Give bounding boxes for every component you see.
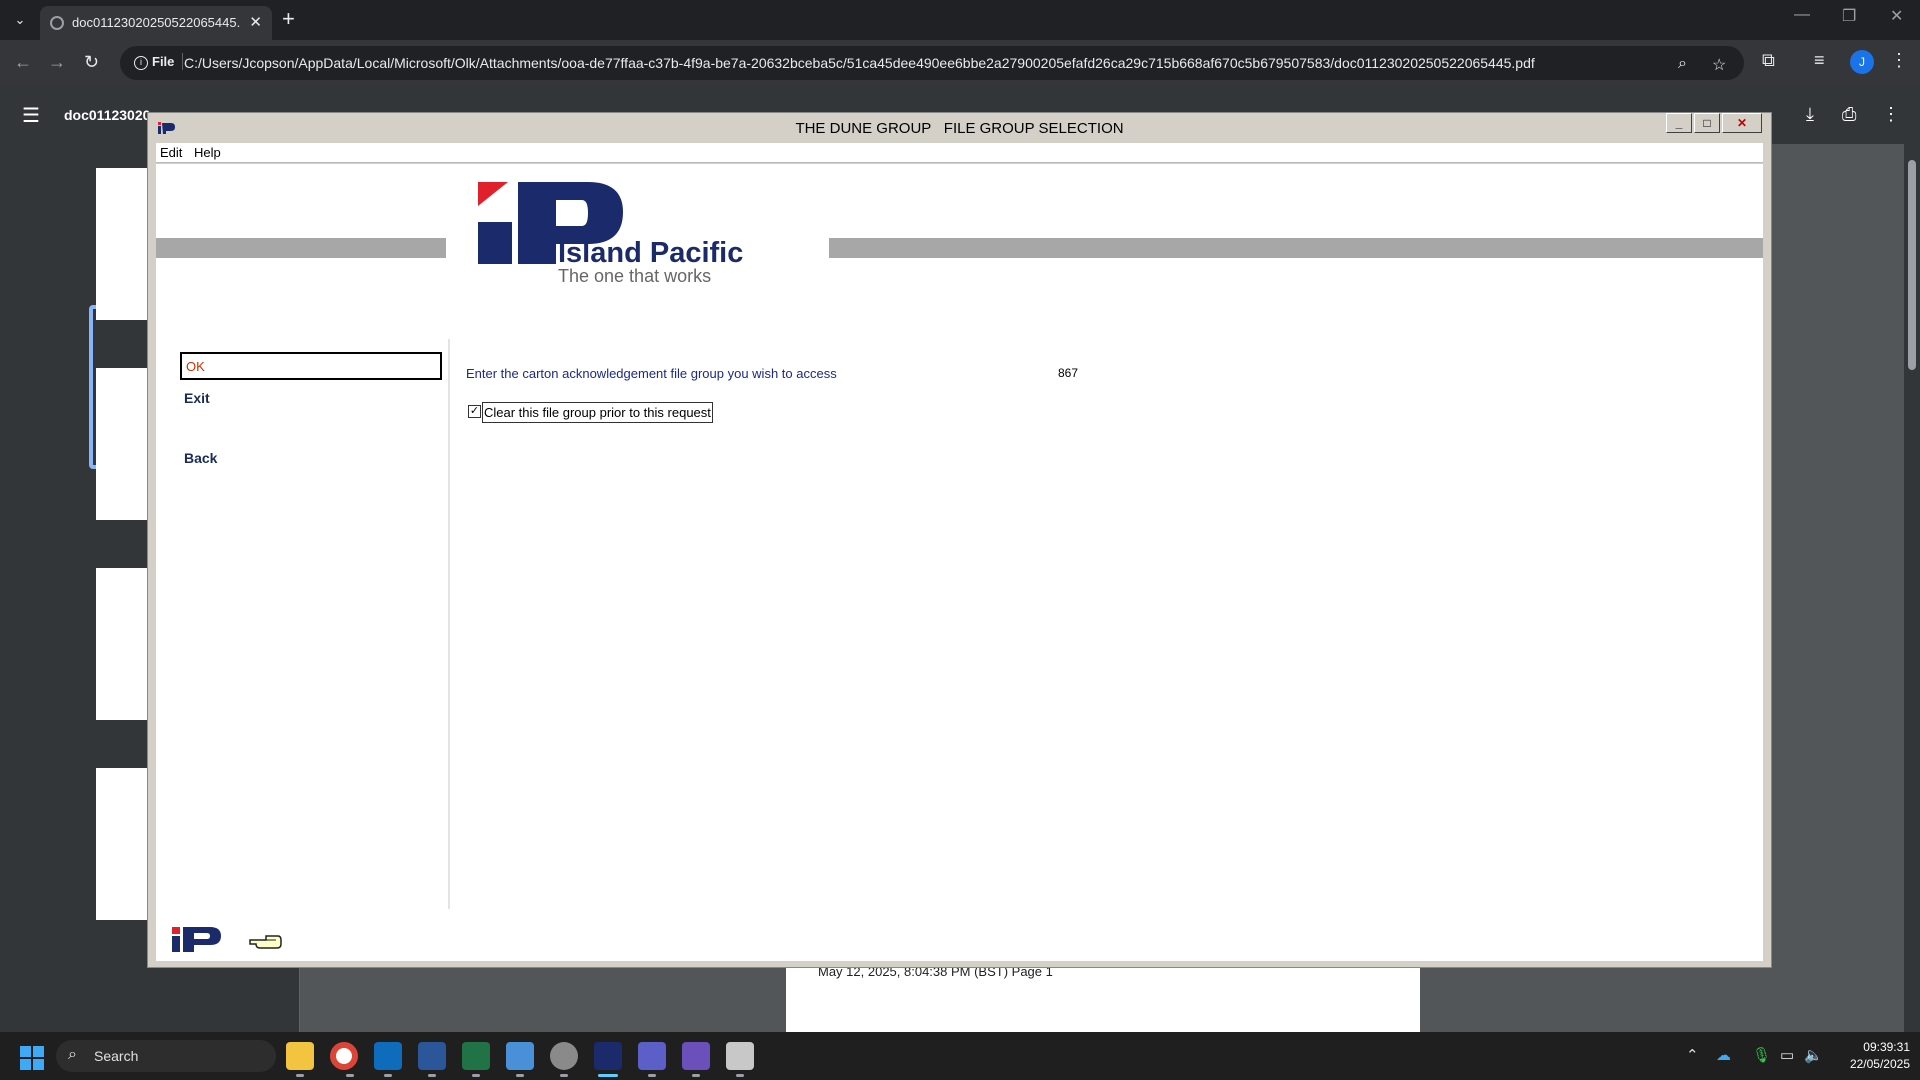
footer-ip-logo-icon [172, 927, 221, 952]
new-tab-plus-icon[interactable]: + [282, 6, 295, 32]
close-window-icon[interactable]: ✕ [1890, 6, 1903, 26]
exit-button[interactable]: Exit [184, 390, 210, 406]
address-bar[interactable]: i File C:/Users/Jcopson/AppData/Local/Mi… [120, 46, 1744, 80]
profile-avatar[interactable]: J [1850, 50, 1874, 74]
clock-time: 09:39:31 [1863, 1040, 1910, 1054]
browser-toolbar: ← → ↻ i File C:/Users/Jcopson/AppData/Lo… [0, 40, 1920, 86]
island-pacific-logo: Island Pacific The one that works [478, 182, 798, 286]
clock-date: 22/05/2025 [1849, 1057, 1910, 1071]
system-clock[interactable]: 09:39:31 22/05/2025 [1820, 1039, 1910, 1073]
clear-file-group-label[interactable]: Clear this file group prior to this requ… [482, 402, 713, 423]
app-content: Island Pacific The one that works OK Exi… [156, 164, 1763, 961]
pointing-hand-icon[interactable] [248, 932, 282, 950]
app-window: THE DUNE GROUP FILE GROUP SELECTION _ □ … [147, 112, 1772, 968]
menu-edit[interactable]: Edit [160, 145, 182, 160]
logo-mark: Island Pacific The one that works [478, 182, 743, 286]
header-band-right [829, 238, 1763, 258]
app-q-icon[interactable] [682, 1042, 710, 1077]
network-icon[interactable]: ▭ [1780, 1046, 1794, 1064]
pdf-page: May 12, 2025, 8:04:38 PM (BST) Page 1 [786, 960, 1420, 1032]
forward-arrow-icon[interactable]: → [48, 52, 66, 73]
clear-file-group-checkbox[interactable]: ✓ [468, 405, 481, 418]
file-explorer-icon[interactable] [286, 1042, 314, 1077]
onedrive-cloud-icon[interactable]: ☁ [1716, 1046, 1731, 1064]
svg-text:The one that works: The one that works [558, 266, 711, 282]
browser-tab-bar: ⌄ doc01123020250522065445.pdf ✕ + — ❐ ✕ [0, 0, 1920, 40]
app-close-button[interactable]: ✕ [1722, 113, 1762, 133]
url-text[interactable]: C:/Users/Jcopson/AppData/Local/Microsoft… [184, 55, 1535, 71]
taskbar: ⌕ Search ⌃ ☁ 🎙 ▭ 🔈 09:39:31 22/05/2025 [0, 1032, 1920, 1080]
search-icon: ⌕ [68, 1046, 77, 1063]
header-band-left [156, 238, 446, 258]
file-group-prompt: Enter the carton acknowledgement file gr… [466, 366, 837, 381]
file-group-input[interactable]: 867 [1058, 366, 1078, 380]
app-title-bar: THE DUNE GROUP FILE GROUP SELECTION _ □ … [148, 113, 1771, 143]
browser-menu-icon[interactable]: ⋮ [1890, 50, 1908, 71]
media-controls-icon[interactable]: ≡ [1814, 50, 1825, 71]
app-menubar: Edit Help [156, 143, 1763, 163]
word-icon[interactable] [418, 1042, 446, 1077]
svg-text:Island Pacific: Island Pacific [558, 237, 743, 269]
outlook-icon[interactable] [374, 1042, 402, 1077]
chrome-icon[interactable] [330, 1042, 358, 1077]
app-minimize-button[interactable]: _ [1666, 113, 1692, 133]
restore-icon[interactable]: ❐ [1842, 6, 1856, 26]
back-button[interactable]: Back [184, 450, 217, 466]
globe-icon [50, 16, 64, 30]
tab-close-icon[interactable]: ✕ [249, 13, 262, 31]
tab-search-chevron-icon[interactable]: ⌄ [8, 8, 32, 32]
generic-app-icon[interactable] [726, 1042, 754, 1077]
site-info-chip[interactable]: File [130, 53, 184, 70]
notepad-icon[interactable] [506, 1042, 534, 1077]
tab-title: doc01123020250522065445.pdf [72, 15, 240, 30]
excel-icon[interactable] [462, 1042, 490, 1077]
ok-button[interactable]: OK [180, 352, 442, 380]
action-panel: OK Exit Back [156, 339, 450, 909]
scrollbar-thumb[interactable] [1908, 160, 1916, 370]
browser-tab[interactable]: doc01123020250522065445.pdf ✕ [40, 6, 272, 40]
settings-gear-icon[interactable] [550, 1042, 578, 1077]
windows-start-icon[interactable] [20, 1046, 44, 1070]
extensions-icon[interactable]: ⧉ [1762, 50, 1775, 71]
pdf-more-icon[interactable]: ⋮ [1882, 104, 1900, 125]
download-icon[interactable]: ⤓ [1806, 104, 1814, 125]
search-label: Search [94, 1048, 139, 1064]
zoom-icon[interactable]: ⌕ [1678, 55, 1687, 73]
app-maximize-button[interactable]: □ [1694, 113, 1720, 133]
back-arrow-icon[interactable]: ← [14, 52, 32, 73]
print-icon[interactable]: ⎙ [1842, 104, 1856, 125]
bookmark-star-icon[interactable]: ☆ [1712, 55, 1726, 75]
island-pacific-taskbar-icon[interactable] [594, 1042, 622, 1077]
menu-help[interactable]: Help [194, 145, 221, 160]
teams-icon[interactable] [638, 1042, 666, 1077]
tray-overflow-chevron-icon[interactable]: ⌃ [1686, 1046, 1699, 1064]
microphone-icon[interactable]: 🎙 [1752, 1046, 1771, 1064]
hamburger-menu-icon[interactable]: ☰ [22, 103, 40, 128]
app-window-title: THE DUNE GROUP FILE GROUP SELECTION [795, 120, 1124, 137]
reload-icon[interactable]: ↻ [84, 52, 99, 73]
pdf-scrollbar[interactable] [1904, 144, 1920, 1032]
pdf-title: doc01123020 [64, 107, 151, 123]
minimize-icon[interactable]: — [1794, 6, 1810, 24]
taskbar-search[interactable]: ⌕ Search [56, 1040, 276, 1072]
